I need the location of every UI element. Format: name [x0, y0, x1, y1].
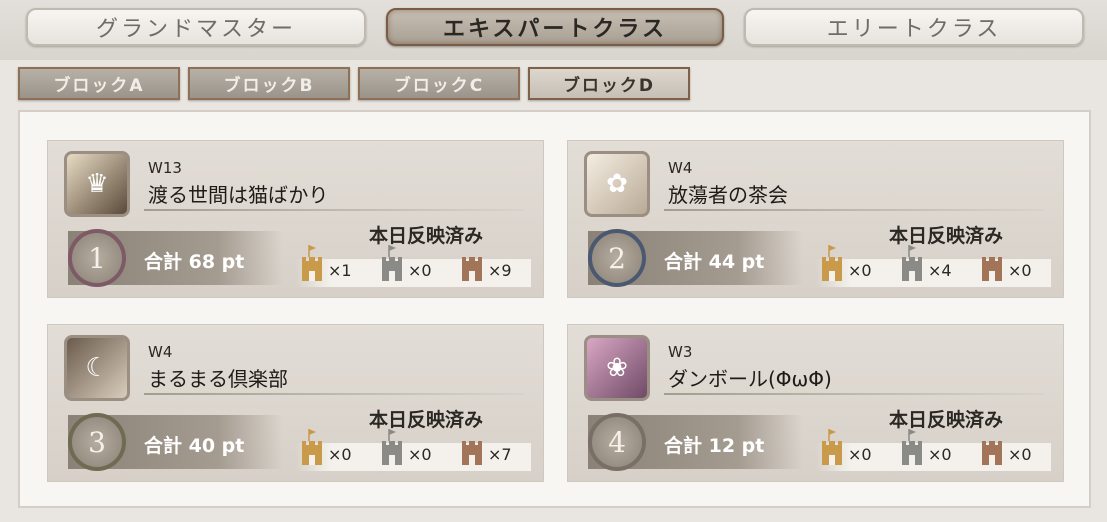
tab-label: エリートクラス [826, 17, 1002, 42]
block-tab-b[interactable]: ブロックB [188, 67, 350, 100]
gold-count: ×0 [328, 445, 352, 464]
silver-count: ×0 [408, 261, 432, 280]
castle-icon [982, 441, 1002, 465]
ranking-panel: ♛ W13 渡る世間は猫ばかり 本日反映済み 1 合計 68 pt ×1 ×0 … [18, 110, 1091, 508]
castle-counts: ×1 ×0 ×9 [296, 245, 531, 287]
block-tab-label: ブロックD [562, 76, 656, 96]
divider [144, 209, 525, 211]
rank-badge: 3 [68, 413, 126, 471]
ranking-card-4[interactable]: ❀ W3 ダンボール(ΦωΦ) 本日反映済み 4 合計 12 pt ×0 ×0 … [567, 324, 1064, 482]
bronze-count: ×0 [1008, 261, 1032, 280]
ranking-card-3[interactable]: ☾ W4 まるまる倶楽部 本日反映済み 3 合計 40 pt ×0 ×0 ×7 [47, 324, 544, 482]
guild-name: 放蕩者の茶会 [668, 183, 788, 207]
guild-name: まるまる倶楽部 [148, 367, 288, 391]
block-tab-label: ブロックB [223, 76, 315, 96]
block-tab-label: ブロックC [393, 76, 485, 96]
week-label: W3 [668, 343, 693, 361]
points-total: 合計 40 pt [144, 435, 245, 457]
points-total: 合計 44 pt [664, 251, 765, 273]
gold-count: ×0 [848, 261, 872, 280]
castle-icon [822, 245, 842, 281]
gold-count: ×1 [328, 261, 352, 280]
castle-icon [902, 245, 922, 281]
castle-icon [302, 245, 322, 281]
castle-counts: ×0 ×4 ×0 [816, 245, 1051, 287]
silver-count: ×4 [928, 261, 952, 280]
divider [664, 393, 1045, 395]
class-tab-bar: グランドマスター エキスパートクラス エリートクラス [0, 0, 1107, 60]
silver-count: ×0 [928, 445, 952, 464]
bronze-count: ×9 [488, 261, 512, 280]
castle-icon [462, 441, 482, 465]
rank-badge: 2 [588, 229, 646, 287]
divider [664, 209, 1045, 211]
castle-icon [462, 257, 482, 281]
castle-icon [382, 245, 402, 281]
points-total: 合計 12 pt [664, 435, 765, 457]
castle-icon [902, 429, 922, 465]
week-label: W4 [148, 343, 173, 361]
ranking-card-2[interactable]: ✿ W4 放蕩者の茶会 本日反映済み 2 合計 44 pt ×0 ×4 ×0 [567, 140, 1064, 298]
guild-avatar: ❀ [584, 335, 650, 401]
guild-name: 渡る世間は猫ばかり [148, 183, 329, 207]
rank-badge: 1 [68, 229, 126, 287]
tab-grandmaster[interactable]: グランドマスター [26, 8, 366, 46]
guild-avatar: ☾ [64, 335, 130, 401]
castle-counts: ×0 ×0 ×7 [296, 429, 531, 471]
tab-elite-class[interactable]: エリートクラス [744, 8, 1084, 46]
castle-icon [822, 429, 842, 465]
castle-icon [982, 257, 1002, 281]
week-label: W4 [668, 159, 693, 177]
tab-label: エキスパートクラス [443, 16, 667, 42]
points-total: 合計 68 pt [144, 251, 245, 273]
gold-count: ×0 [848, 445, 872, 464]
rank-badge: 4 [588, 413, 646, 471]
guild-name: ダンボール(ΦωΦ) [668, 367, 832, 391]
block-tab-c[interactable]: ブロックC [358, 67, 520, 100]
ranking-card-1[interactable]: ♛ W13 渡る世間は猫ばかり 本日反映済み 1 合計 68 pt ×1 ×0 … [47, 140, 544, 298]
block-tab-a[interactable]: ブロックA [18, 67, 180, 100]
divider [144, 393, 525, 395]
silver-count: ×0 [408, 445, 432, 464]
castle-icon [302, 429, 322, 465]
castle-icon [382, 429, 402, 465]
block-tab-label: ブロックA [53, 76, 145, 96]
guild-avatar: ✿ [584, 151, 650, 217]
castle-counts: ×0 ×0 ×0 [816, 429, 1051, 471]
tab-expert-class[interactable]: エキスパートクラス [386, 8, 724, 46]
block-tab-d[interactable]: ブロックD [528, 67, 690, 100]
guild-avatar: ♛ [64, 151, 130, 217]
week-label: W13 [148, 159, 182, 177]
tab-label: グランドマスター [95, 17, 296, 42]
bronze-count: ×0 [1008, 445, 1032, 464]
bronze-count: ×7 [488, 445, 512, 464]
